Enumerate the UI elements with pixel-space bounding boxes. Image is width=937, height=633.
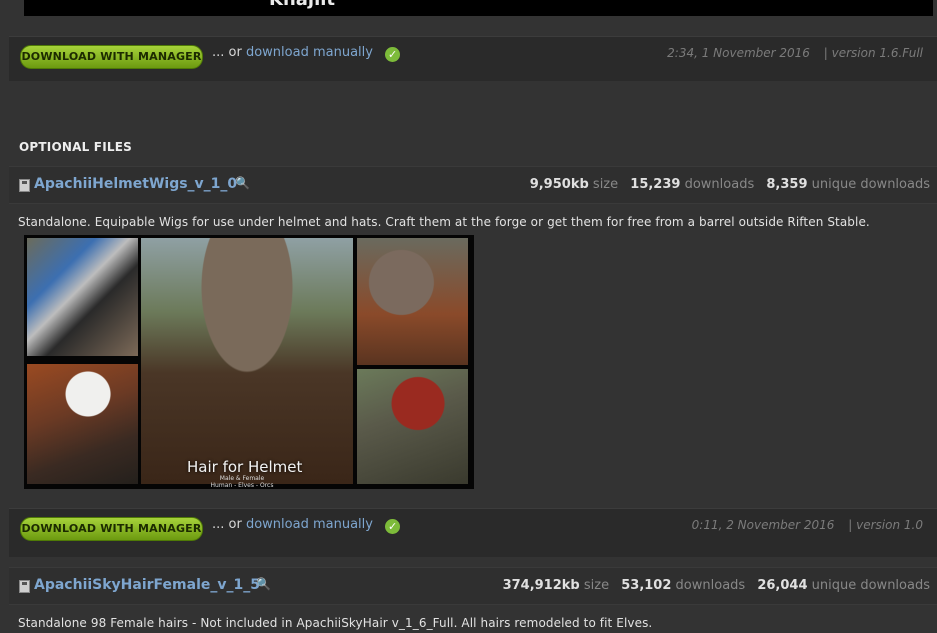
section-title-optional-files: OPTIONAL FILES <box>19 140 132 154</box>
upload-timestamp: 2:34, 1 November 2016 <box>667 46 810 60</box>
preview-tile-horned-helmet <box>357 238 468 365</box>
file-description: Standalone. Equipable Wigs for use under… <box>18 215 870 229</box>
size-label: size <box>592 177 619 192</box>
file-stats: 374,912kb size 53,102 downloads 26,044 u… <box>503 578 930 593</box>
download-count: 53,102 <box>621 578 672 593</box>
file-size: 374,912kb <box>502 578 580 593</box>
file-icon <box>19 179 30 192</box>
header-image-strip: Khajiit <box>24 0 933 16</box>
file-icon <box>19 580 30 593</box>
preview-tile-cap <box>27 364 138 484</box>
downloads-label: downloads <box>675 578 746 593</box>
file-name-link[interactable]: ApachiiSkyHairFemale_v_1_5 <box>34 577 260 593</box>
preview-search-icon[interactable]: 🔍 <box>256 577 271 591</box>
unique-downloads-label: unique downloads <box>811 177 930 192</box>
download-manually-link[interactable]: download manually <box>246 517 373 532</box>
file-meta: 2:34, 1 November 2016 | version 1.6.Full <box>667 46 925 60</box>
file-version: | version 1.0 <box>848 518 923 532</box>
file-description: Standalone 98 Female hairs - Not include… <box>18 616 653 630</box>
unique-download-count: 26,044 <box>757 578 808 593</box>
preview-tile-red-hair <box>357 369 468 484</box>
upload-timestamp: 0:11, 2 November 2016 <box>691 518 835 532</box>
verified-check-icon: ✓ <box>385 47 401 62</box>
file-size: 9,950kb <box>529 177 589 192</box>
or-text: ... or <box>212 45 242 60</box>
preview-subcaption-line2: Human - Elves - Orcs <box>210 482 274 489</box>
downloads-label: downloads <box>684 177 755 192</box>
file-download-bar: DOWNLOAD WITH MANAGER ... or download ma… <box>9 508 937 557</box>
file-meta: 0:11, 2 November 2016 | version 1.0 <box>692 518 925 532</box>
download-manually-link[interactable]: download manually <box>246 45 373 60</box>
preview-tile-helmet <box>141 238 353 484</box>
file-name-link[interactable]: ApachiiHelmetWigs_v_1_0 <box>34 176 237 192</box>
main-download-bar: DOWNLOAD WITH MANAGER ... or download ma… <box>9 36 937 81</box>
preview-tile-hat <box>27 238 138 356</box>
preview-search-icon[interactable]: 🔍 <box>235 176 250 190</box>
preview-caption: Hair for Helmet <box>187 458 303 476</box>
download-alternative: ... or download manually ✓ <box>212 517 401 534</box>
banner-caption: Khajiit <box>269 0 335 10</box>
file-row: ApachiiSkyHairFemale_v_1_5 🔍 374,912kb s… <box>9 567 937 605</box>
preview-subcaption-line1: Male & Female <box>219 475 265 482</box>
verified-check-icon: ✓ <box>385 519 401 534</box>
preview-subcaption: Male & Female Human - Elves - Orcs <box>187 475 297 489</box>
unique-download-count: 8,359 <box>766 177 808 192</box>
download-with-manager-button[interactable]: DOWNLOAD WITH MANAGER <box>20 517 203 541</box>
download-alternative: ... or download manually ✓ <box>212 45 401 62</box>
download-with-manager-button[interactable]: DOWNLOAD WITH MANAGER <box>20 45 203 69</box>
preview-image-collage[interactable]: Hair for Helmet Male & Female Human - El… <box>24 235 474 489</box>
unique-downloads-label: unique downloads <box>811 578 930 593</box>
file-row: ApachiiHelmetWigs_v_1_0 🔍 9,950kb size 1… <box>9 166 937 204</box>
file-stats: 9,950kb size 15,239 downloads 8,359 uniq… <box>530 177 930 192</box>
download-count: 15,239 <box>630 177 681 192</box>
or-text: ... or <box>212 517 242 532</box>
file-version: | version 1.6.Full <box>823 46 923 60</box>
size-label: size <box>583 578 610 593</box>
